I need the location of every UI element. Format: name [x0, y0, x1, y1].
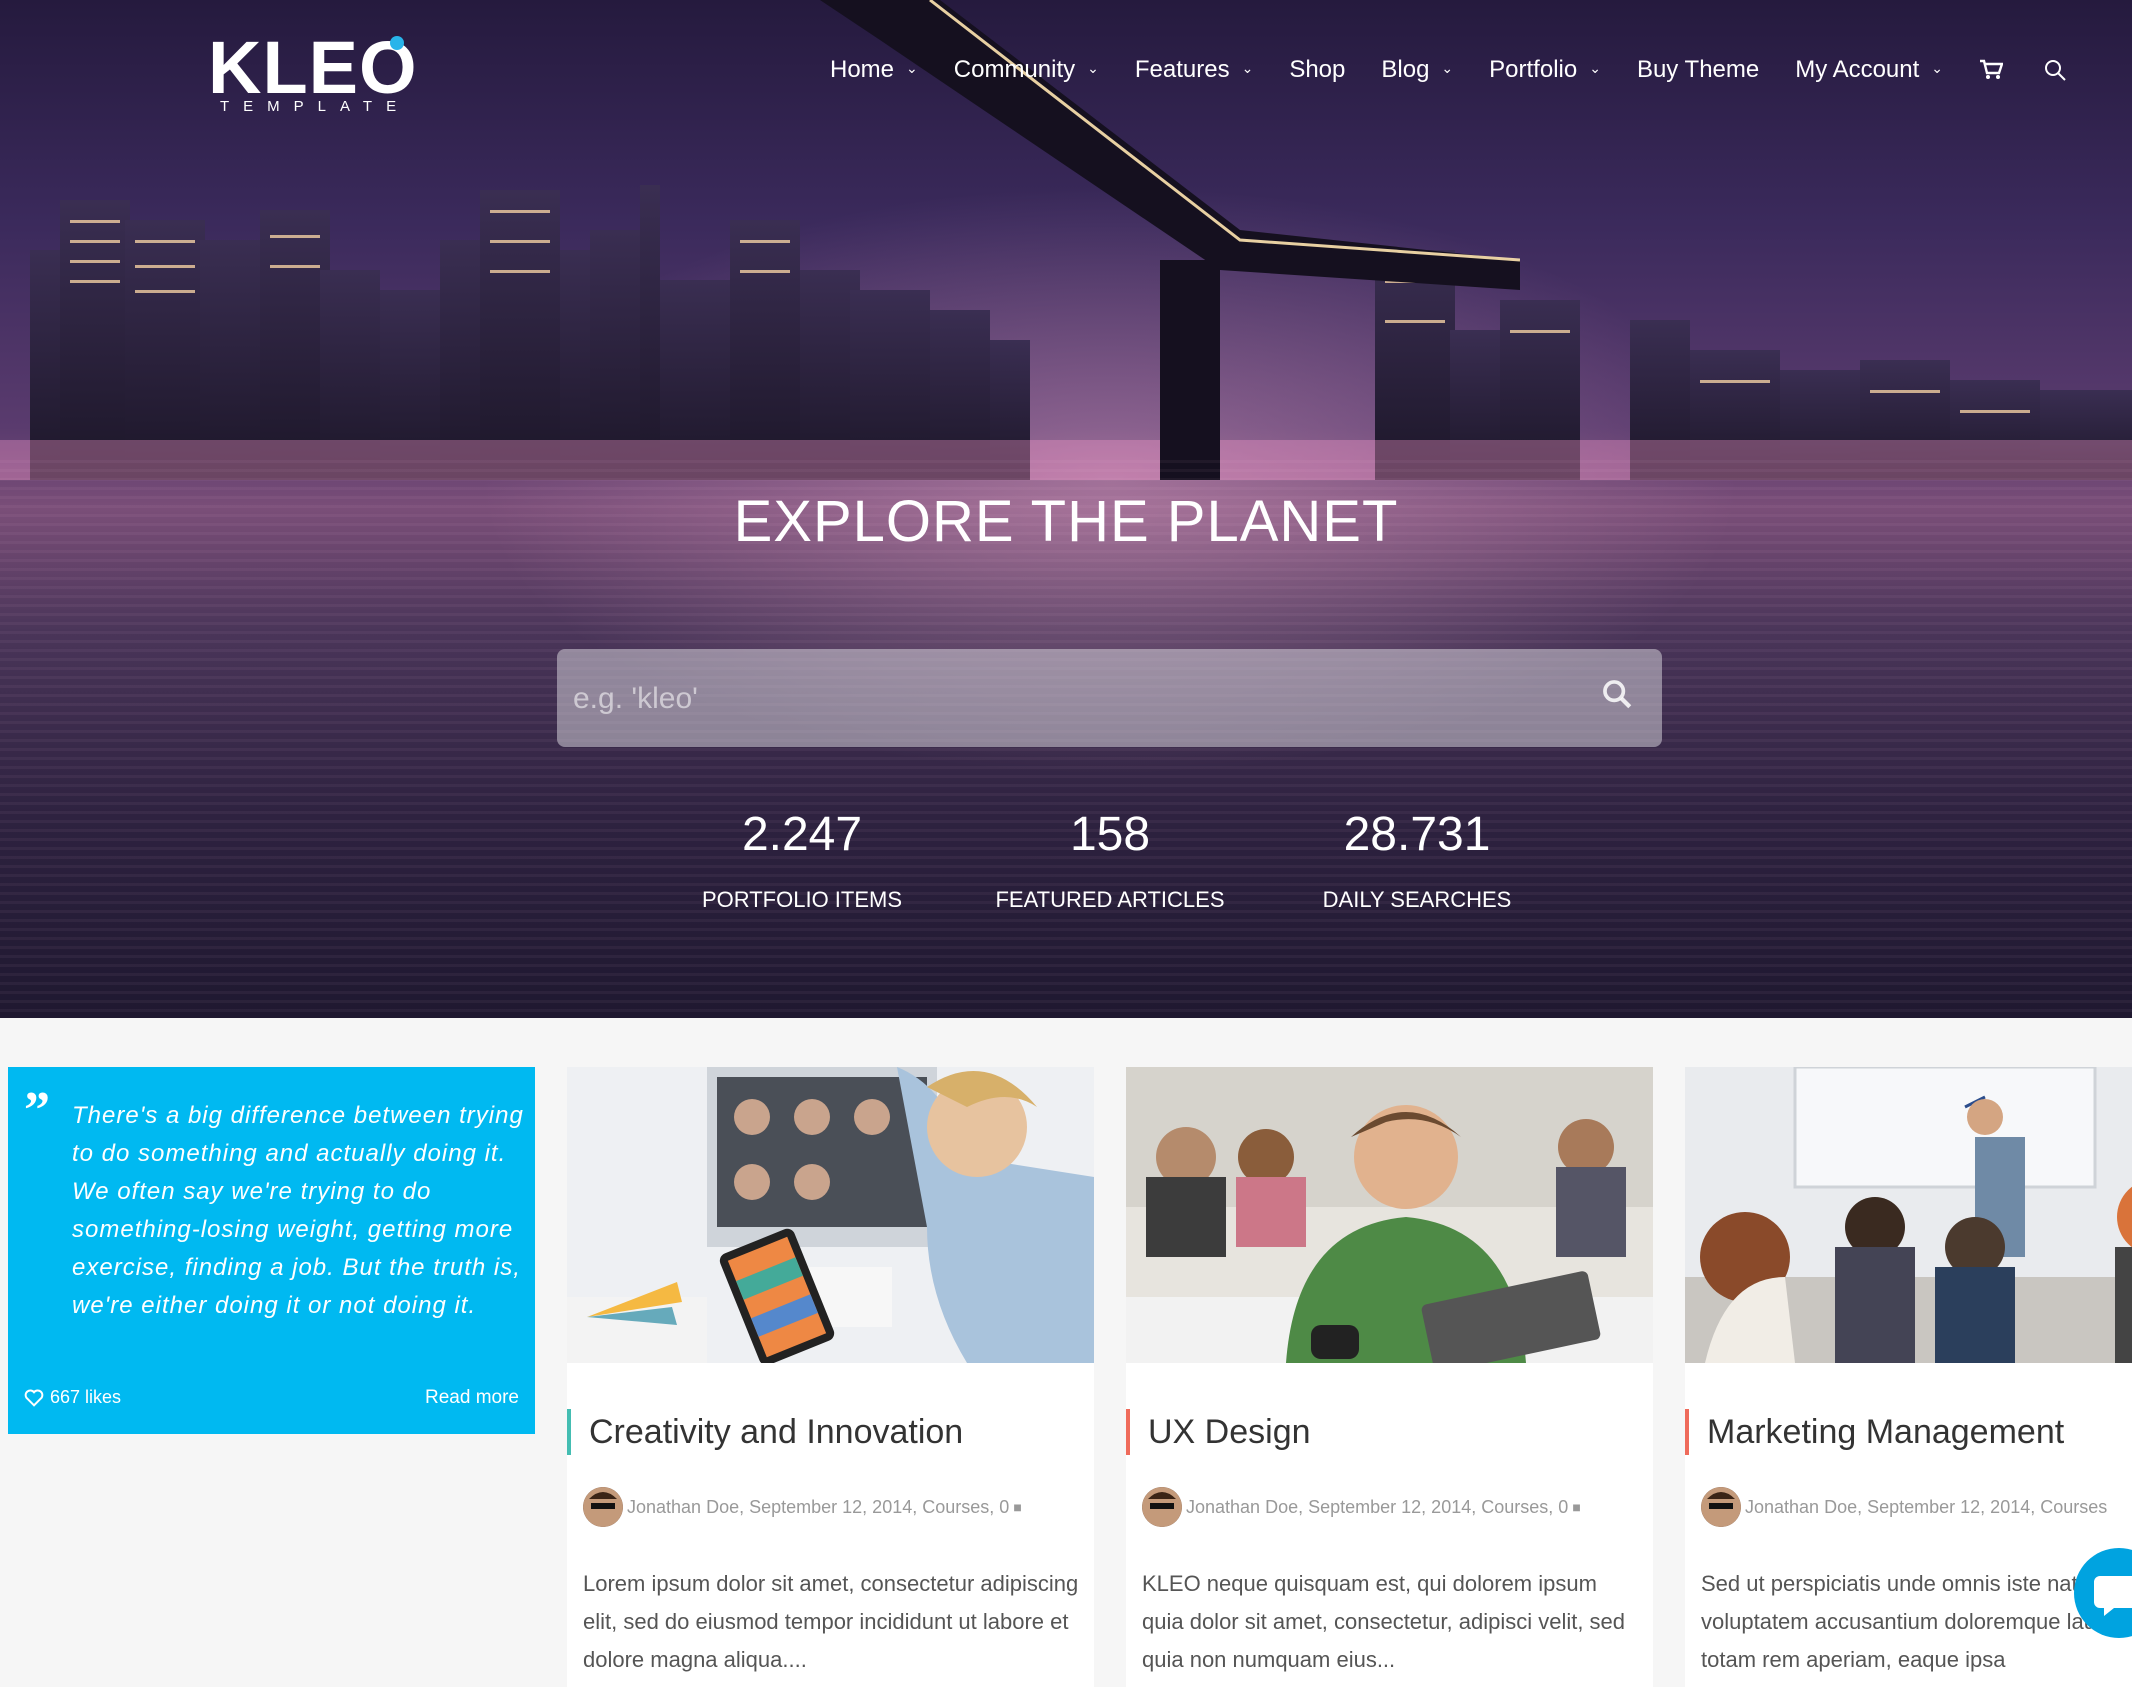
- post-excerpt: Lorem ipsum dolor sit amet, consectetur …: [583, 1571, 1079, 1672]
- nav-label: Portfolio: [1489, 56, 1578, 83]
- nav-item-community[interactable]: Community ⌄: [954, 56, 1099, 84]
- post-title[interactable]: UX Design: [1126, 1409, 1311, 1455]
- post-image-classroom[interactable]: [1685, 1067, 2132, 1363]
- comments-icon: ■: [1013, 1499, 1022, 1515]
- chevron-down-icon: ⌄: [906, 59, 918, 76]
- post-category[interactable]: Courses: [2040, 1497, 2107, 1518]
- nav-label: Features: [1134, 56, 1230, 83]
- stat-daily-searches: 28.731 DAILY SEARCHES: [1257, 805, 1577, 913]
- hero-section: KLEO TEMPLATE Home ⌄ Community ⌄ Features ⌄…: [0, 0, 2132, 1018]
- post-date: September 12, 2014: [1308, 1496, 1472, 1517]
- logo-wordmark: KLEO: [208, 26, 418, 109]
- post-meta: Jonathan Doe, September 12, 2014, Course…: [1142, 1487, 1581, 1527]
- post-comments-count[interactable]: 0: [1558, 1497, 1568, 1518]
- post-excerpt: Sed ut perspiciatis unde omnis iste natu…: [1701, 1571, 2132, 1672]
- post-card: UX Design Jonathan Doe, September 12, 20…: [1126, 1067, 1653, 1687]
- post-author[interactable]: Jonathan Doe: [1186, 1497, 1298, 1518]
- hero-title: EXPLORE THE PLANET: [733, 489, 1399, 554]
- search-icon[interactable]: [2043, 58, 2067, 82]
- stat-value: 28.731: [1343, 808, 1491, 861]
- chat-widget-button[interactable]: [2074, 1548, 2132, 1638]
- stat-portfolio-items: 2.247 PORTFOLIO ITEMS: [642, 805, 962, 913]
- cart-icon[interactable]: [1979, 59, 2004, 81]
- post-category[interactable]: Courses: [922, 1497, 989, 1518]
- logo-dot: [390, 36, 404, 50]
- quote-card: ” There's a big difference between tryin…: [8, 1067, 535, 1434]
- post-date: September 12, 2014: [1867, 1496, 2031, 1517]
- post-card: Marketing Management Jonathan Doe, Septe…: [1685, 1067, 2132, 1687]
- avatar: [1701, 1487, 1741, 1527]
- heart-icon: [24, 1389, 44, 1407]
- post-title[interactable]: Marketing Management: [1685, 1409, 2064, 1455]
- site-logo[interactable]: KLEO TEMPLATE: [208, 28, 417, 118]
- chevron-down-icon: ⌄: [1241, 59, 1254, 76]
- stat-value: 158: [1069, 808, 1151, 861]
- chevron-down-icon: ⌄: [1087, 59, 1099, 76]
- nav-label: Home: [830, 56, 895, 83]
- nav-item-shop[interactable]: Shop: [1289, 56, 1345, 84]
- stat-label: DAILY SEARCHES: [1322, 887, 1512, 912]
- likes-count: 667 likes: [50, 1387, 122, 1407]
- post-author[interactable]: Jonathan Doe: [627, 1497, 739, 1518]
- main-navigation: Home ⌄ Community ⌄ Features ⌄ Shop Blog ⌄ Po…: [830, 52, 2107, 88]
- post-excerpt: KLEO neque quisquam est, qui dolorem ips…: [1142, 1571, 1626, 1672]
- quote-icon: ”: [24, 1082, 50, 1139]
- post-card: Creativity and Innovation Jonathan Doe, …: [567, 1067, 1094, 1687]
- nav-item-portfolio[interactable]: Portfolio ⌄: [1489, 56, 1601, 84]
- nav-label: Blog: [1381, 56, 1430, 83]
- quote-text: There's a big difference between trying …: [72, 1102, 524, 1319]
- post-author[interactable]: Jonathan Doe: [1745, 1497, 1857, 1518]
- post-meta: Jonathan Doe, September 12, 2014, Course…: [1701, 1487, 2107, 1527]
- logo-tagline: TEMPLATE: [220, 98, 411, 115]
- nav-item-my-account[interactable]: My Account ⌄: [1795, 56, 1943, 84]
- stat-label: PORTFOLIO ITEMS: [701, 887, 903, 912]
- stat-value: 2.247: [741, 808, 863, 861]
- nav-label: Community: [953, 56, 1076, 83]
- nav-item-blog[interactable]: Blog ⌄: [1381, 56, 1453, 84]
- chevron-down-icon: ⌄: [1441, 59, 1454, 76]
- chat-icon: [2094, 1576, 2132, 1616]
- likes-button[interactable]: 667 likes: [24, 1387, 121, 1408]
- read-more-link[interactable]: Read more: [425, 1387, 519, 1409]
- search-icon[interactable]: [1600, 677, 1640, 717]
- post-meta: Jonathan Doe, September 12, 2014, Course…: [583, 1487, 1022, 1527]
- stat-featured-articles: 158 FEATURED ARTICLES: [950, 805, 1270, 913]
- post-comments-count[interactable]: 0: [999, 1497, 1009, 1518]
- nav-label: Buy Theme: [1636, 56, 1760, 83]
- chevron-down-icon: ⌄: [1589, 59, 1601, 76]
- post-title[interactable]: Creativity and Innovation: [567, 1409, 963, 1455]
- chevron-down-icon: ⌄: [1931, 59, 1944, 76]
- nav-label: Shop: [1289, 56, 1346, 83]
- comments-icon: ■: [1572, 1499, 1581, 1515]
- post-image-designer[interactable]: [567, 1067, 1094, 1363]
- avatar: [583, 1487, 623, 1527]
- nav-item-features[interactable]: Features ⌄: [1135, 56, 1253, 84]
- avatar: [1142, 1487, 1182, 1527]
- post-category[interactable]: Courses: [1481, 1497, 1548, 1518]
- post-date: September 12, 2014: [749, 1496, 913, 1517]
- stat-label: FEATURED ARTICLES: [995, 887, 1225, 912]
- hero-search-bar: [557, 649, 1662, 749]
- nav-item-buy-theme[interactable]: Buy Theme: [1637, 56, 1759, 84]
- hero-search-input[interactable]: [571, 649, 1575, 749]
- post-image-tablet-man[interactable]: [1126, 1067, 1653, 1363]
- nav-label: My Account: [1795, 56, 1920, 83]
- nav-item-home[interactable]: Home ⌄: [830, 56, 918, 84]
